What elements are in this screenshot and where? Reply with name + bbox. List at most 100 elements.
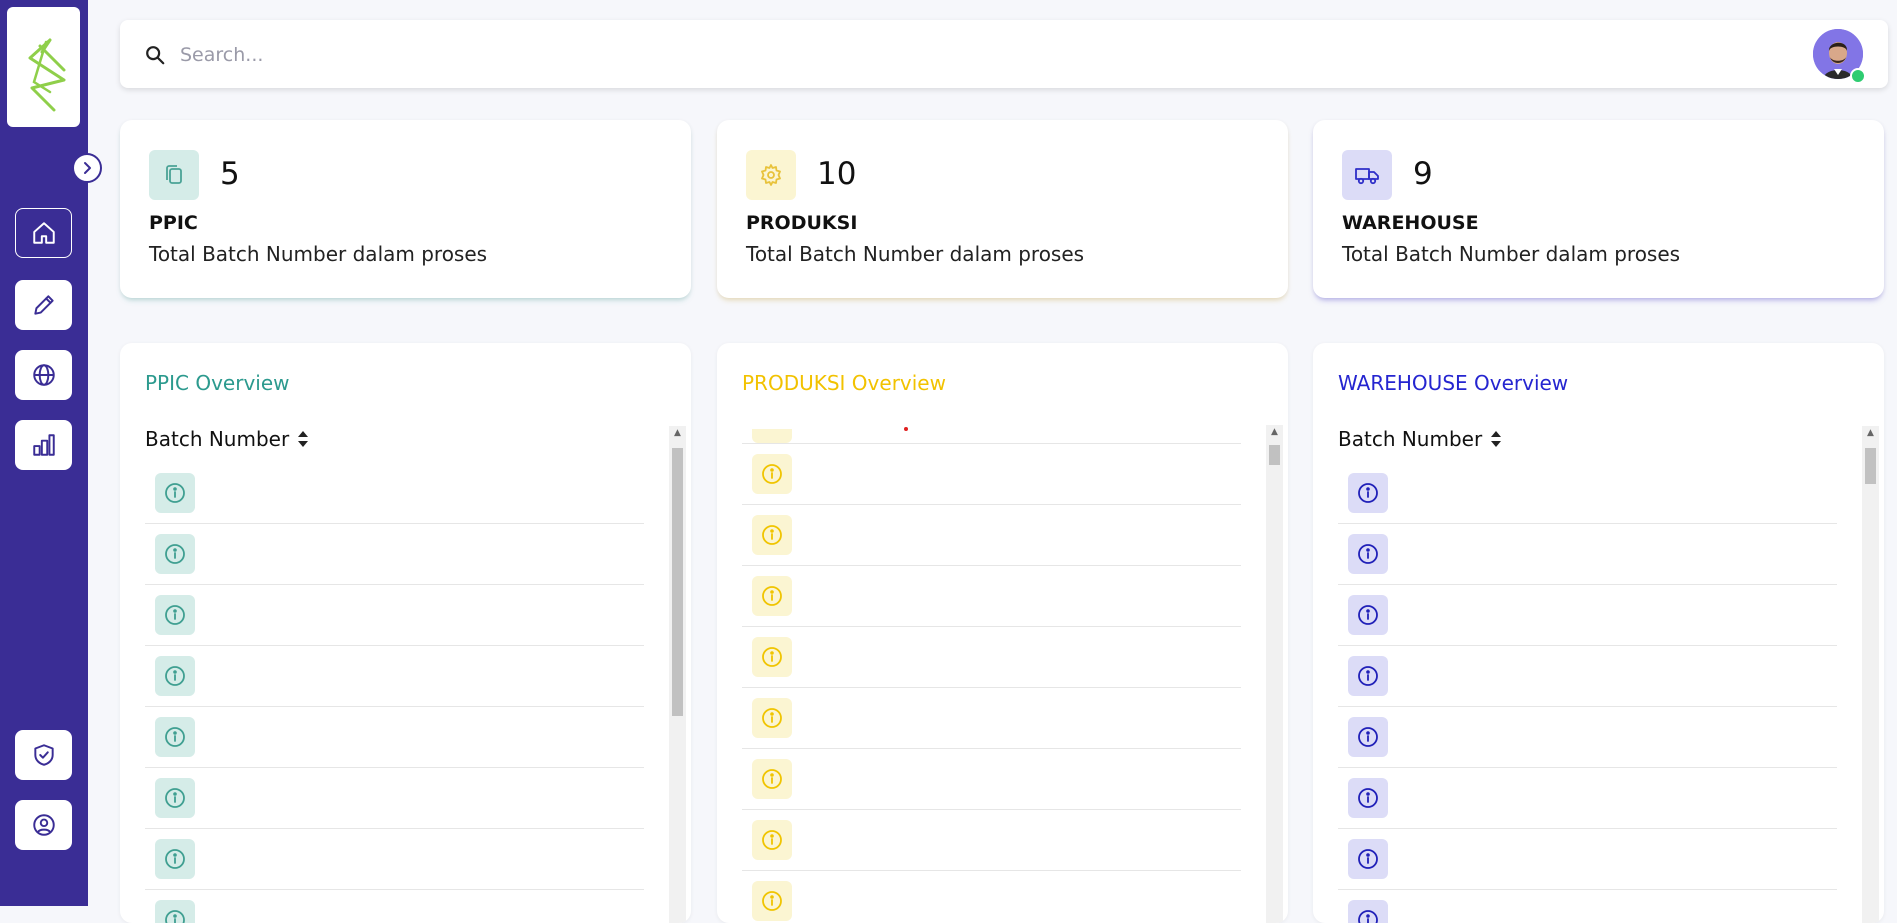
info-button[interactable] bbox=[155, 656, 195, 696]
scroll-up-arrow[interactable]: ▲ bbox=[1862, 426, 1879, 440]
table-row[interactable] bbox=[1338, 524, 1837, 585]
table-row[interactable] bbox=[1338, 890, 1837, 923]
table-row[interactable] bbox=[145, 707, 644, 768]
scroll-thumb[interactable] bbox=[1269, 445, 1280, 465]
scroll-up-arrow[interactable]: ▲ bbox=[1266, 425, 1283, 439]
ppic-batch-list bbox=[145, 463, 644, 923]
info-button[interactable] bbox=[155, 534, 195, 574]
info-icon bbox=[165, 605, 185, 625]
table-row[interactable] bbox=[145, 646, 644, 707]
table-row[interactable] bbox=[145, 463, 644, 524]
info-button[interactable] bbox=[155, 717, 195, 757]
batch-number-column-header[interactable]: Batch Number bbox=[145, 427, 309, 451]
info-button[interactable] bbox=[752, 820, 792, 860]
globe-icon bbox=[32, 364, 55, 386]
home-icon bbox=[32, 222, 55, 244]
table-row[interactable] bbox=[742, 810, 1241, 871]
table-row[interactable] bbox=[1338, 768, 1837, 829]
table-row[interactable] bbox=[1338, 585, 1837, 646]
sidebar-item-edit[interactable] bbox=[15, 280, 72, 330]
table-row[interactable] bbox=[145, 829, 644, 890]
info-button[interactable] bbox=[752, 637, 792, 677]
vertical-scrollbar[interactable]: ▲ bbox=[1862, 426, 1879, 923]
panel-title: WAREHOUSE Overview bbox=[1338, 371, 1569, 395]
stat-title: PRODUKSI bbox=[746, 212, 858, 234]
table-row[interactable] bbox=[145, 524, 644, 585]
info-button[interactable] bbox=[155, 595, 195, 635]
table-row[interactable] bbox=[742, 688, 1241, 749]
info-button[interactable] bbox=[752, 759, 792, 799]
table-row[interactable] bbox=[145, 890, 644, 923]
info-button[interactable] bbox=[155, 778, 195, 818]
table-row[interactable] bbox=[742, 749, 1241, 810]
sidebar-item-home[interactable] bbox=[15, 208, 72, 258]
info-button[interactable] bbox=[155, 839, 195, 879]
table-row[interactable] bbox=[742, 444, 1241, 505]
table-row[interactable] bbox=[742, 627, 1241, 688]
user-circle-icon bbox=[32, 814, 55, 836]
stat-title: WAREHOUSE bbox=[1342, 212, 1479, 234]
info-button[interactable] bbox=[752, 698, 792, 738]
panel-title: PRODUKSI Overview bbox=[742, 371, 946, 395]
vertical-scrollbar[interactable]: ▲ bbox=[1266, 425, 1283, 923]
copy-icon bbox=[166, 165, 182, 184]
info-button[interactable] bbox=[1348, 473, 1388, 513]
search-input[interactable] bbox=[178, 38, 1682, 72]
produksi-overview-panel: PRODUKSI Overview ▲ bbox=[717, 343, 1288, 923]
info-icon bbox=[1358, 605, 1378, 625]
stat-icon-warehouse bbox=[1342, 150, 1392, 200]
sidebar-item-profile[interactable] bbox=[15, 800, 72, 850]
info-icon bbox=[1358, 544, 1378, 564]
info-button[interactable] bbox=[1348, 717, 1388, 757]
info-button[interactable] bbox=[752, 429, 792, 443]
info-icon bbox=[762, 891, 782, 911]
info-button[interactable] bbox=[155, 473, 195, 513]
info-button[interactable] bbox=[752, 454, 792, 494]
info-icon bbox=[762, 708, 782, 728]
scroll-up-arrow[interactable]: ▲ bbox=[669, 426, 686, 440]
table-row[interactable] bbox=[742, 505, 1241, 566]
sidebar-toggle-button[interactable] bbox=[72, 153, 102, 183]
red-dot-indicator bbox=[904, 427, 908, 431]
info-button[interactable] bbox=[1348, 595, 1388, 635]
ppic-overview-panel: PPIC Overview Batch Number ▲ bbox=[120, 343, 691, 923]
table-row[interactable] bbox=[145, 768, 644, 829]
info-icon bbox=[1358, 666, 1378, 686]
info-icon bbox=[762, 586, 782, 606]
info-button[interactable] bbox=[1348, 900, 1388, 923]
shield-check-icon bbox=[33, 744, 54, 766]
table-row[interactable] bbox=[742, 871, 1241, 923]
info-button[interactable] bbox=[752, 881, 792, 921]
info-button[interactable] bbox=[752, 576, 792, 616]
batch-number-column-header[interactable]: Batch Number bbox=[1338, 427, 1502, 451]
table-row[interactable] bbox=[1338, 463, 1837, 524]
search-icon bbox=[146, 46, 165, 65]
table-row[interactable] bbox=[742, 566, 1241, 627]
scroll-thumb[interactable] bbox=[672, 448, 683, 716]
info-button[interactable] bbox=[1348, 656, 1388, 696]
info-button[interactable] bbox=[1348, 534, 1388, 574]
table-row[interactable] bbox=[1338, 829, 1837, 890]
table-row[interactable] bbox=[1338, 707, 1837, 768]
info-button[interactable] bbox=[752, 515, 792, 555]
sidebar-item-reports[interactable] bbox=[15, 420, 72, 470]
info-icon bbox=[165, 910, 185, 923]
stat-description: Total Batch Number dalam proses bbox=[149, 242, 488, 266]
info-button[interactable] bbox=[1348, 839, 1388, 879]
table-row-partial[interactable] bbox=[742, 404, 1241, 444]
info-icon bbox=[1358, 849, 1378, 869]
warehouse-overview-panel: WAREHOUSE Overview Batch Number ▲ bbox=[1313, 343, 1884, 923]
vertical-scrollbar[interactable]: ▲ bbox=[669, 426, 686, 923]
table-row[interactable] bbox=[145, 585, 644, 646]
table-row[interactable] bbox=[1338, 646, 1837, 707]
sort-icon[interactable] bbox=[1490, 430, 1502, 448]
info-button[interactable] bbox=[155, 900, 195, 923]
logo[interactable] bbox=[7, 7, 80, 127]
scroll-thumb[interactable] bbox=[1865, 448, 1876, 484]
sidebar-item-security[interactable] bbox=[15, 730, 72, 780]
info-button[interactable] bbox=[1348, 778, 1388, 818]
sort-icon[interactable] bbox=[297, 430, 309, 448]
gear-icon bbox=[761, 164, 781, 186]
top-search-bar bbox=[120, 20, 1888, 88]
sidebar-item-globe[interactable] bbox=[15, 350, 72, 400]
